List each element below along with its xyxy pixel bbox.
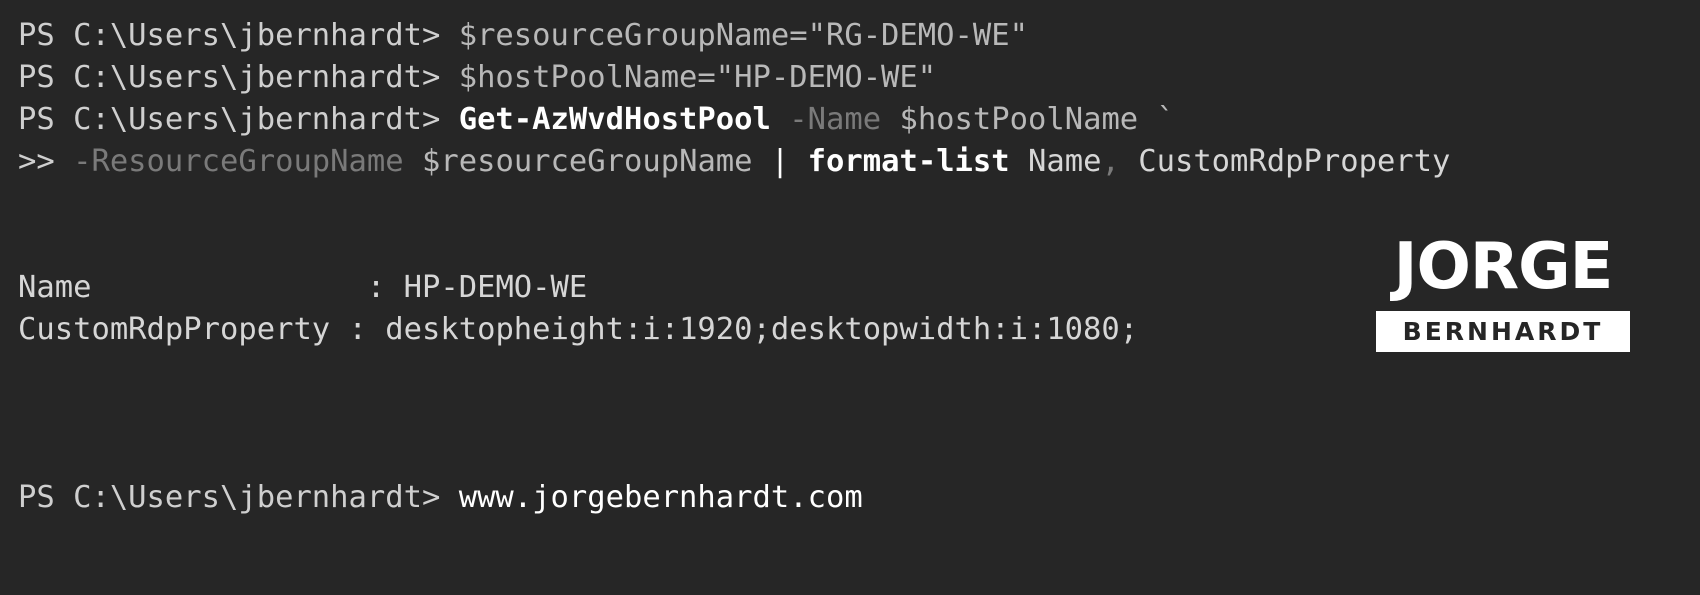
command-line-4: >> -ResourceGroupName $resourceGroupName… <box>18 142 1450 182</box>
variable: $resourceGroupName <box>458 18 790 53</box>
line-continuation: ` <box>1156 102 1175 137</box>
command-line-1: PS C:\Users\jbernhardt> $resourceGroupNa… <box>18 16 1028 56</box>
logo-wordmark: JORGE <box>1393 230 1614 304</box>
parameter: -ResourceGroupName <box>73 144 404 179</box>
output-value: HP-DEMO-WE <box>403 270 588 305</box>
output-label: CustomRdpProperty <box>18 312 331 347</box>
variable: $hostPoolName <box>458 60 698 95</box>
output-row-name: Name : HP-DEMO-WE <box>18 268 587 308</box>
prompt: PS C:\Users\jbernhardt> <box>18 60 459 95</box>
argument: Name <box>1028 144 1102 179</box>
pipe-operator: | <box>770 144 790 179</box>
output-separator: : <box>330 312 386 347</box>
operator: = <box>789 18 808 53</box>
command-line-2: PS C:\Users\jbernhardt> $hostPoolName="H… <box>18 58 936 98</box>
cmdlet: Get-AzWvdHostPool <box>458 102 771 137</box>
cmdlet: format-list <box>807 144 1010 179</box>
variable: $hostPoolName <box>899 102 1139 137</box>
prompt: PS C:\Users\jbernhardt> <box>18 480 459 515</box>
output-row-customrdpproperty: CustomRdpProperty : desktopheight:i:1920… <box>18 310 1138 350</box>
variable: $resourceGroupName <box>422 144 753 179</box>
prompt: PS C:\Users\jbernhardt> <box>18 18 459 53</box>
output-value: desktopheight:i:1920;desktopwidth:i:1080… <box>385 312 1139 347</box>
separator: , <box>1101 144 1120 179</box>
prompt: PS C:\Users\jbernhardt> <box>18 102 459 137</box>
logo-subtitle-box: BERNHARDT <box>1376 311 1630 352</box>
output-separator: : <box>348 270 404 305</box>
string-literal: "HP-DEMO-WE" <box>715 60 937 95</box>
continuation-prompt: >> <box>18 144 74 179</box>
argument: CustomRdpProperty <box>1138 144 1451 179</box>
string-literal: "RG-DEMO-WE" <box>807 18 1028 53</box>
output-label: Name <box>18 270 349 305</box>
powershell-terminal[interactable]: PS C:\Users\jbernhardt> $resourceGroupNa… <box>0 0 1700 532</box>
final-prompt-line: PS C:\Users\jbernhardt> www.jorgebernhar… <box>18 478 863 518</box>
command-line-3: PS C:\Users\jbernhardt> Get-AzWvdHostPoo… <box>18 100 1175 140</box>
parameter: -Name <box>789 102 882 137</box>
operator: = <box>697 60 716 95</box>
typed-text: www.jorgebernhardt.com <box>458 480 863 515</box>
jorge-bernhardt-logo: JORGE BERNHARDT <box>1376 230 1630 352</box>
